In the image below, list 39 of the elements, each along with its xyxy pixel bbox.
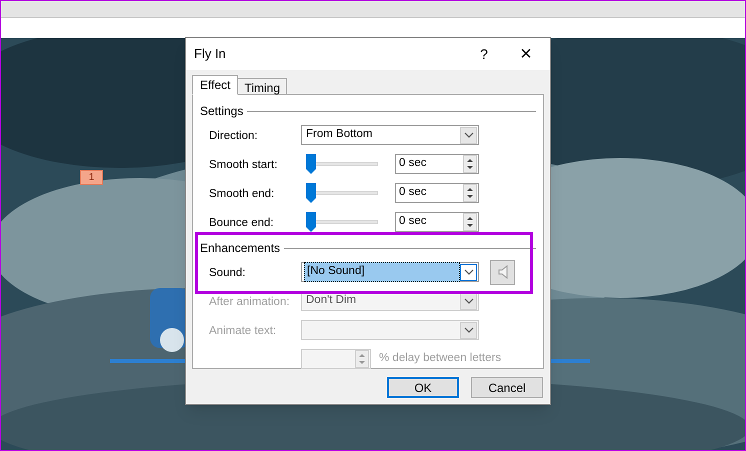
spin-value: 0 sec (398, 156, 428, 172)
speaker-icon (498, 265, 508, 279)
field-label: After animation: (209, 296, 290, 308)
spin-arrows-icon[interactable] (463, 184, 477, 202)
field-label: Smooth end: (209, 188, 274, 200)
slider-thumb[interactable] (306, 212, 316, 232)
help-button[interactable]: ? (474, 44, 494, 64)
section-heading: Enhancements (200, 240, 280, 257)
close-button[interactable]: × (516, 44, 536, 64)
dialog-button[interactable]: Cancel (471, 377, 543, 398)
spin-box[interactable]: 0 sec (395, 212, 479, 232)
field-label: Bounce end: (209, 217, 274, 229)
tab[interactable]: Effect (192, 75, 238, 95)
field-label: Animate text: (209, 325, 276, 337)
spin-value: 0 sec (398, 214, 428, 230)
slider-thumb[interactable] (306, 154, 316, 174)
slide-number-badge: 1 (80, 170, 103, 185)
dropdown[interactable]: From Bottom (301, 125, 479, 145)
caret-icon[interactable] (460, 264, 477, 280)
spin-box[interactable]: 0 sec (395, 154, 479, 174)
speaker-button[interactable] (490, 260, 515, 284)
dialog-button[interactable]: OK (387, 377, 459, 398)
slider[interactable] (306, 212, 378, 232)
spin-value: 0 sec (398, 185, 428, 200)
dropdown-value: From Bottom (305, 127, 374, 142)
slider-thumb[interactable] (306, 183, 316, 203)
spin-box[interactable]: 0 sec (395, 183, 479, 203)
field-label: % delay between letters (379, 351, 502, 366)
spin-arrows-icon[interactable] (463, 155, 477, 173)
spin-arrows-icon[interactable] (463, 213, 477, 231)
tab[interactable]: Timing (238, 78, 288, 95)
section-heading: Settings (200, 103, 244, 120)
field-label: Direction: (209, 130, 258, 142)
dropdown-value: Don't Dim (305, 293, 358, 308)
slider[interactable] (306, 154, 378, 174)
dialog-title: Fly In (194, 45, 226, 64)
field-label: Sound: (209, 267, 246, 279)
field-label: Smooth start: (209, 159, 278, 171)
slider[interactable] (306, 183, 378, 203)
